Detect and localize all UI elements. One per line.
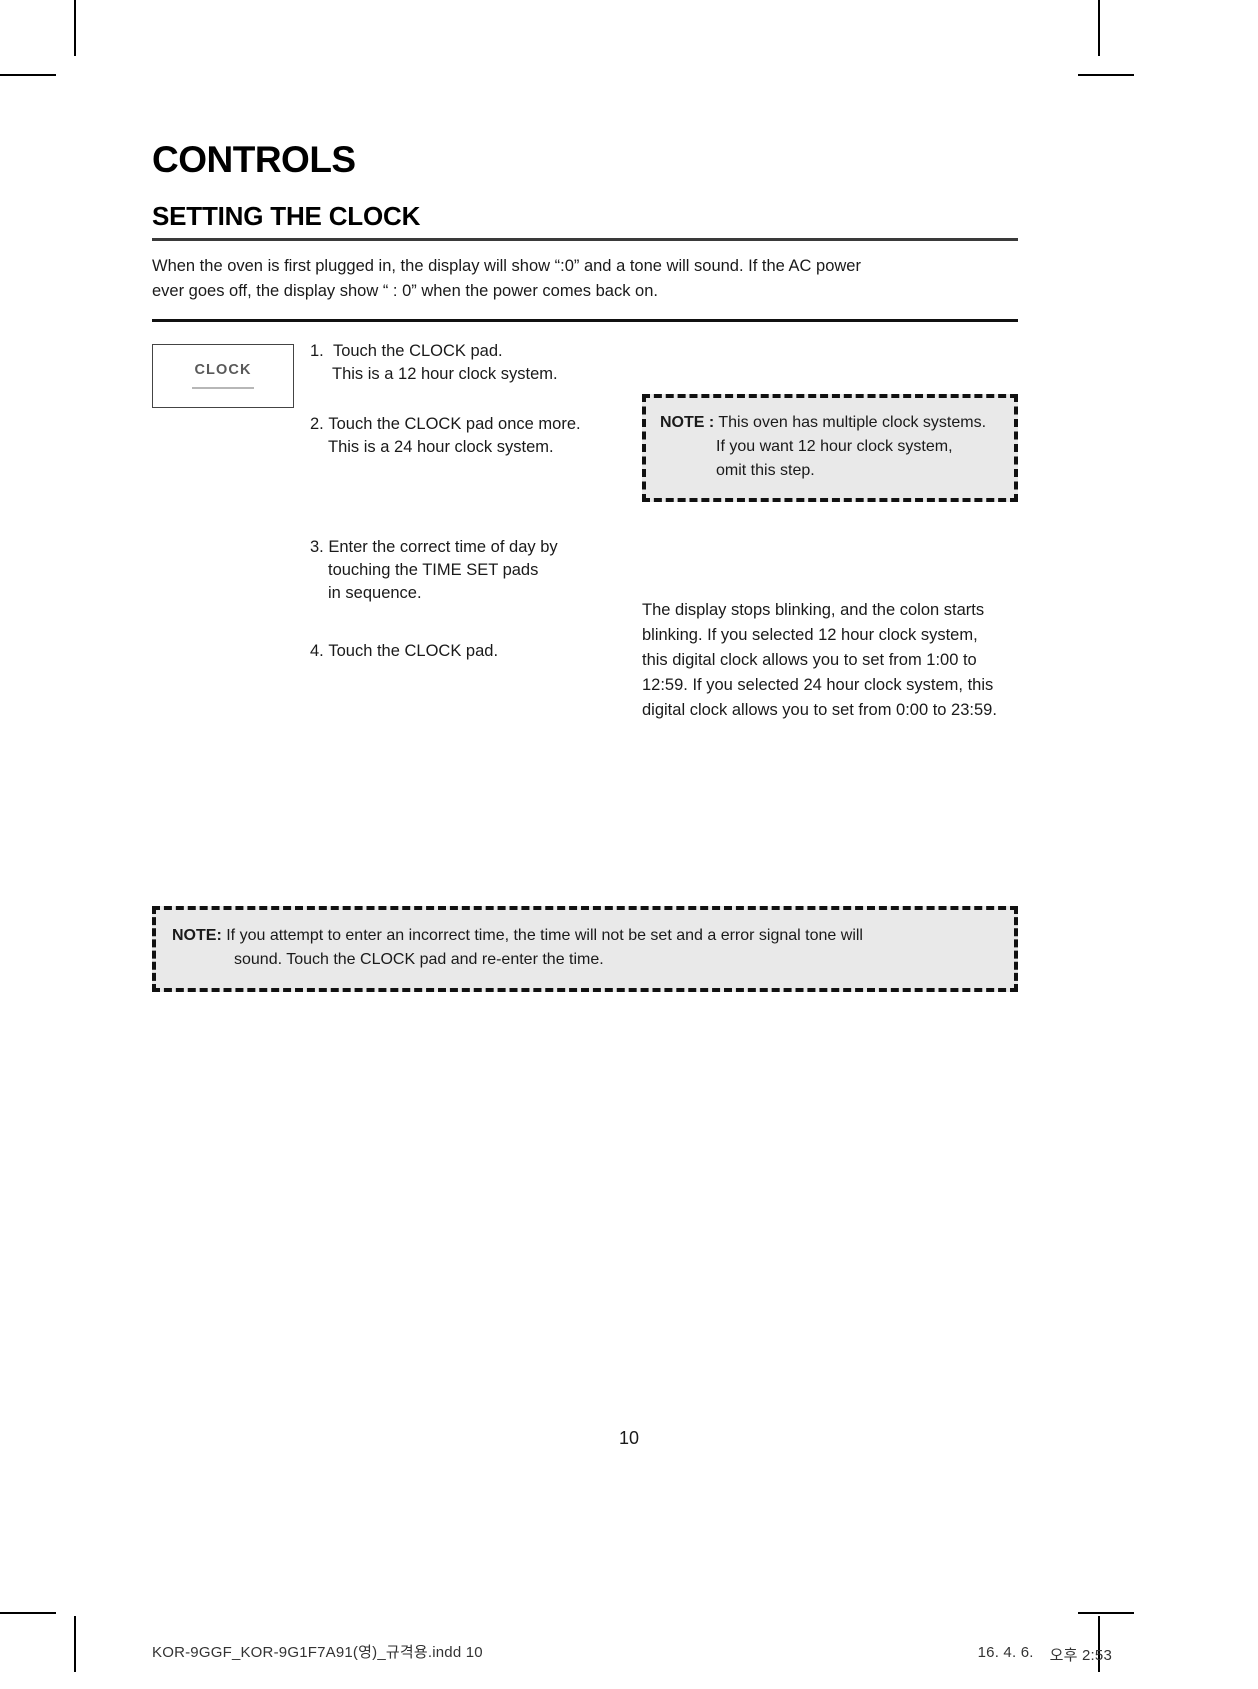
display-para-line-3: this digital clock allows you to set fro…	[642, 650, 977, 669]
footer-time: 오후 2:53	[1049, 1647, 1112, 1664]
step-2-line-2: This is a 24 hour clock system.	[328, 438, 554, 457]
note-box-clock-systems: NOTE : This oven has multiple clock syst…	[642, 393, 1018, 502]
step-item-3: 3. Enter the correct time of day by touc…	[310, 536, 610, 606]
note-bottom-line-2: sound. Touch the CLOCK pad and re-enter …	[234, 950, 604, 968]
footer-date: 16. 4. 6.	[977, 1644, 1034, 1661]
display-para-line-5: digital clock allows you to set from 0:0…	[642, 701, 997, 720]
footer-file-name: KOR-9GGF_KOR-9G1F7A91(영)_규격용.indd 10	[152, 1644, 483, 1661]
note-top-line-3: omit this step.	[716, 461, 815, 479]
footer-timestamp: 16. 4. 6. 오후 2:53	[978, 1644, 1112, 1665]
step-2-line-1: 2. Touch the CLOCK pad once more.	[310, 413, 610, 436]
chapter-title: CONTROLS	[152, 139, 356, 180]
intro-paragraph: When the oven is first plugged in, the d…	[152, 254, 1018, 322]
clock-pad-illustration: CLOCK	[152, 343, 294, 408]
clock-pad-underline	[192, 387, 254, 390]
step-1-text-1: Touch the CLOCK pad.	[332, 341, 503, 360]
display-para-line-1: The display stops blinking, and the colo…	[642, 600, 985, 619]
display-para-line-4: 12:59. If you selected 24 hour clock sys…	[642, 676, 994, 695]
intro-line-2: ever goes off, the display show “ : 0” w…	[152, 282, 658, 301]
step-2-number: 2.	[310, 414, 324, 433]
step-2-text-1: Touch the CLOCK pad once more.	[328, 414, 581, 433]
section-title: SETTING THE CLOCK	[152, 201, 1018, 241]
step-3-line-1: 3. Enter the correct time of day by	[310, 536, 610, 559]
step-item-1: 1. Touch the CLOCK pad. This is a 12 hou…	[310, 340, 610, 387]
step-item-4: 4. Touch the CLOCK pad.	[310, 640, 610, 663]
step-1-line-1: 1. Touch the CLOCK pad.	[310, 340, 610, 363]
note-bottom-label: NOTE:	[172, 926, 222, 944]
step-3-number: 3.	[310, 537, 324, 556]
note-top-line-1: This oven has multiple clock systems.	[718, 413, 987, 431]
clock-pad-label: CLOCK	[194, 362, 252, 379]
manual-page: CONTROLS SETTING THE CLOCK When the oven…	[152, 139, 1018, 992]
note-top-label: NOTE :	[660, 413, 715, 431]
display-para-line-2: blinking. If you selected 12 hour clock …	[642, 625, 978, 644]
crop-mark-bottom-right-horizontal	[1078, 1612, 1134, 1614]
step-3-line-3: in sequence.	[328, 584, 422, 603]
step-1-number: 1.	[310, 341, 324, 360]
intro-line-1: When the oven is first plugged in, the d…	[152, 256, 861, 275]
crop-mark-top-right-vertical	[1098, 0, 1100, 56]
crop-mark-top-right-horizontal	[1078, 74, 1134, 76]
display-behavior-paragraph: The display stops blinking, and the colo…	[642, 598, 1018, 723]
print-footer: KOR-9GGF_KOR-9G1F7A91(영)_규격용.indd 10 16.…	[152, 1641, 1112, 1665]
right-column: NOTE : This oven has multiple clock syst…	[642, 340, 1018, 740]
step-1-line-2: This is a 12 hour clock system.	[332, 365, 558, 384]
instruction-body: CLOCK 1. Touch the CLOCK pad. This is a …	[152, 340, 1018, 992]
page-number: 10	[618, 1428, 640, 1448]
step-4-text-1: Touch the CLOCK pad.	[328, 641, 499, 660]
step-3-text-1: Enter the correct time of day by	[328, 537, 558, 556]
note-bottom-line-1: If you attempt to enter an incorrect tim…	[226, 926, 863, 944]
note-top-line-2: If you want 12 hour clock system,	[716, 437, 953, 455]
note-box-incorrect-time: NOTE: If you attempt to enter an incorre…	[152, 905, 1018, 992]
crop-mark-bottom-left-horizontal	[0, 1612, 56, 1614]
crop-mark-bottom-left-vertical	[74, 1616, 76, 1672]
step-3-line-2: touching the TIME SET pads	[328, 560, 539, 579]
crop-mark-top-left-vertical	[74, 0, 76, 56]
steps-list: 1. Touch the CLOCK pad. This is a 12 hou…	[310, 340, 610, 663]
step-item-2: 2. Touch the CLOCK pad once more. This i…	[310, 413, 610, 460]
crop-mark-top-left-horizontal	[0, 74, 56, 76]
step-4-number: 4.	[310, 641, 324, 660]
step-4-line-1: 4. Touch the CLOCK pad.	[310, 640, 610, 663]
